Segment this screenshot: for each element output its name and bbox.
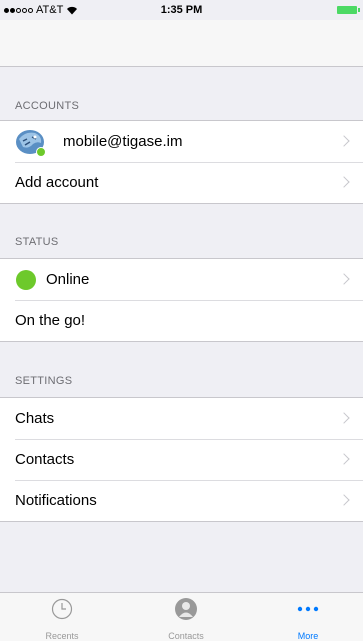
status-message: On the go! [15,312,86,329]
accounts-section-header: ACCOUNTS [15,100,80,112]
chats-label: Chats [15,410,55,427]
tab-contacts-label: Contacts [168,631,204,641]
chevron-right-icon [338,134,350,147]
status-time: 1:35 PM [160,4,203,16]
account-avatar [15,127,46,157]
chevron-right-icon [338,452,350,465]
status-bar: AT&T 1:35 PM [0,0,363,20]
add-account-label: Add account [15,174,99,191]
settings-item-notifications[interactable]: Notifications [0,480,363,521]
status-group: Online On the go! [0,258,363,342]
tab-contacts[interactable]: Contacts [146,597,226,641]
tab-bar: Recents Contacts More [0,592,363,641]
settings-section-header: SETTINGS [15,375,73,387]
clock-icon [51,598,73,620]
ellipsis-icon [297,606,319,612]
settings-item-contacts[interactable]: Contacts [0,439,363,480]
settings-group: Chats Contacts Notifications [0,397,363,522]
online-status-icon [16,269,36,290]
add-account-row[interactable]: Add account [0,162,363,203]
status-section-header: STATUS [15,236,59,248]
account-row[interactable]: mobile@tigase.im [0,121,363,162]
navigation-bar [0,20,363,67]
presence-indicator [36,146,46,157]
status-message-row[interactable]: On the go! [0,300,363,341]
presence-label: Online [46,271,90,288]
person-icon [175,598,197,620]
tab-more-label: More [297,631,319,641]
notifications-label: Notifications [15,492,97,509]
tab-recents[interactable]: Recents [22,597,102,641]
accounts-group: mobile@tigase.im Add account [0,120,363,204]
contacts-label: Contacts [15,451,75,468]
tab-recents-label: Recents [45,631,79,641]
settings-item-chats[interactable]: Chats [0,398,363,439]
chevron-right-icon [338,272,350,285]
chevron-right-icon [338,493,350,506]
chevron-right-icon [338,175,350,188]
battery-icon [337,6,360,14]
status-presence-row[interactable]: Online [0,259,363,300]
account-jid: mobile@tigase.im [63,133,183,150]
chevron-right-icon [338,411,350,424]
tab-more[interactable]: More [268,597,348,641]
